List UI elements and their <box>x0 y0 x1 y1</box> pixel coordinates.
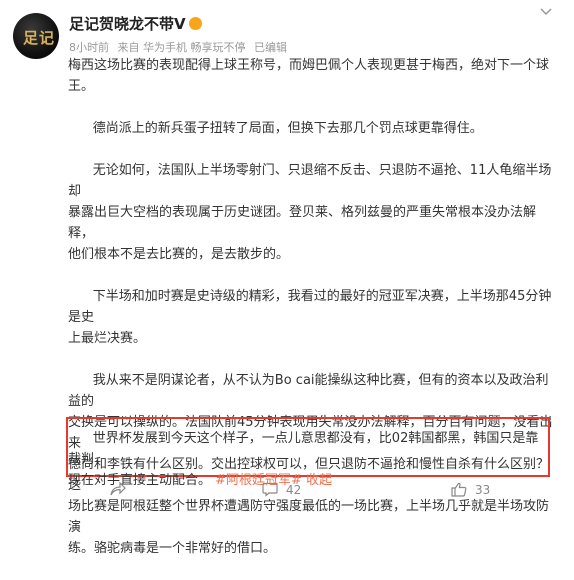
post-meta: 8小时前 来自 华为手机 畅享玩不停 已编辑 <box>69 39 292 55</box>
post-time[interactable]: 8小时前 <box>69 41 109 54</box>
comment-count: 42 <box>286 482 302 497</box>
share-icon <box>110 482 126 496</box>
author-name[interactable]: 足记贺晓龙不带V <box>69 13 202 34</box>
avatar-logo: 足记 <box>23 29 56 47</box>
action-bar: 42 33 <box>0 482 574 508</box>
author-name-text[interactable]: 足记贺晓龙不带V <box>69 15 186 33</box>
post-paragraph: 梅西这场比赛的表现配得上球王称号，而姆巴佩个人表现更甚于梅西，绝对下一个球 王。 <box>68 58 550 94</box>
like-button[interactable]: 33 <box>451 482 490 497</box>
chevron-down-icon[interactable] <box>540 8 552 18</box>
like-count: 33 <box>475 482 491 497</box>
post-paragraph: 无论如何，法国队上半场零射门、只退缩不反击、只退防不逼抢、11人龟缩半场却 暴露… <box>68 163 552 262</box>
post-paragraph: 德尚派上的新兵蛋子扭转了局面，但换下去那几个罚点球更靠得住。 <box>68 121 483 136</box>
comment-button[interactable]: 42 <box>262 482 301 497</box>
avatar[interactable]: 足记 <box>13 13 59 59</box>
post-edited: 已编辑 <box>254 41 287 54</box>
member-crown-icon <box>188 17 202 30</box>
share-button[interactable] <box>110 482 134 496</box>
post-paragraph: 下半场和加时赛是史诗级的精彩，我看过的最好的冠亚军决赛，上半场那45分钟是史 上… <box>68 289 552 346</box>
post-source: 来自 华为手机 畅享玩不停 <box>117 41 246 54</box>
thumbs-up-icon <box>451 482 467 497</box>
comment-icon <box>262 482 278 497</box>
